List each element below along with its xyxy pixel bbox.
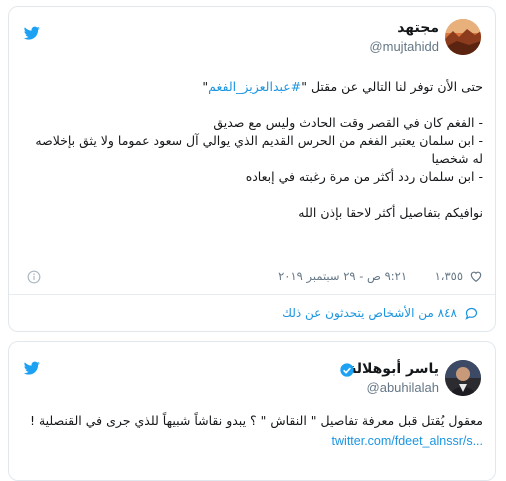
tweet-text: حتى الأن توفر لنا التالي عن مقتل "#عبدال… [21, 78, 483, 222]
tweet-card[interactable]: ياسر أبوهلالة @abuhilalah معقول يُقتل قب… [8, 341, 496, 481]
info-icon[interactable] [27, 270, 41, 284]
replies-text[interactable]: ٨٤٨ من الأشخاص يتحدثون عن ذلك [282, 306, 457, 320]
tweet-text-line: نوافيكم بتفاصيل أكثر لاحقا بإذن الله [298, 205, 483, 220]
reply-bubble-icon [465, 307, 478, 320]
avatar[interactable] [445, 19, 481, 55]
tweet-text-line: حتى الأن توفر لنا التالي عن مقتل "#عبدال… [21, 78, 483, 96]
author-name[interactable]: مجتهد [397, 20, 439, 36]
tweet-text: معقول يُقتل قبل معرفة تفاصيل " النقاش " … [21, 412, 483, 450]
tweet-text-line: - ابن سلمان ردد أكثر من مرة رغبته في إبع… [245, 169, 483, 184]
text-segment: حتى الأن توفر لنا التالي عن مقتل " [301, 79, 483, 94]
twitter-bird-icon[interactable] [23, 360, 41, 376]
avatar[interactable] [445, 360, 481, 396]
like-count[interactable]: ١،٣٥٥ [435, 269, 463, 283]
tweet-text-line: - الفغم كان في القصر وقت الحادث وليس مع … [213, 115, 483, 130]
tweet-text-line: - ابن سلمان يعتبر الفغم من الحرس القديم … [35, 133, 483, 166]
author-handle[interactable]: @mujtahidd [369, 39, 439, 54]
heart-icon[interactable] [469, 269, 483, 283]
author-handle[interactable]: @abuhilalah [367, 380, 439, 395]
conversation-link[interactable]: ٨٤٨ من الأشخاص يتحدثون عن ذلك [21, 304, 483, 324]
tweet-text-line: معقول يُقتل قبل معرفة تفاصيل " النقاش " … [29, 413, 483, 428]
twitter-bird-icon[interactable] [23, 25, 41, 41]
timestamp[interactable]: ٩:٢١ ص - ٢٩ سبتمبر ٢٠١٩ [278, 269, 407, 283]
divider [9, 294, 495, 295]
verified-badge-icon [340, 363, 354, 377]
tweet-card[interactable]: مجتهد @mujtahidd حتى الأن توفر لنا التال… [8, 6, 496, 332]
author-name[interactable]: ياسر أبوهلالة [348, 361, 439, 377]
tweet-link[interactable]: twitter.com/fdeet_alnssr/s... [332, 434, 483, 448]
hashtag-link[interactable]: #عبدالعزيز_الفغم [208, 79, 301, 94]
